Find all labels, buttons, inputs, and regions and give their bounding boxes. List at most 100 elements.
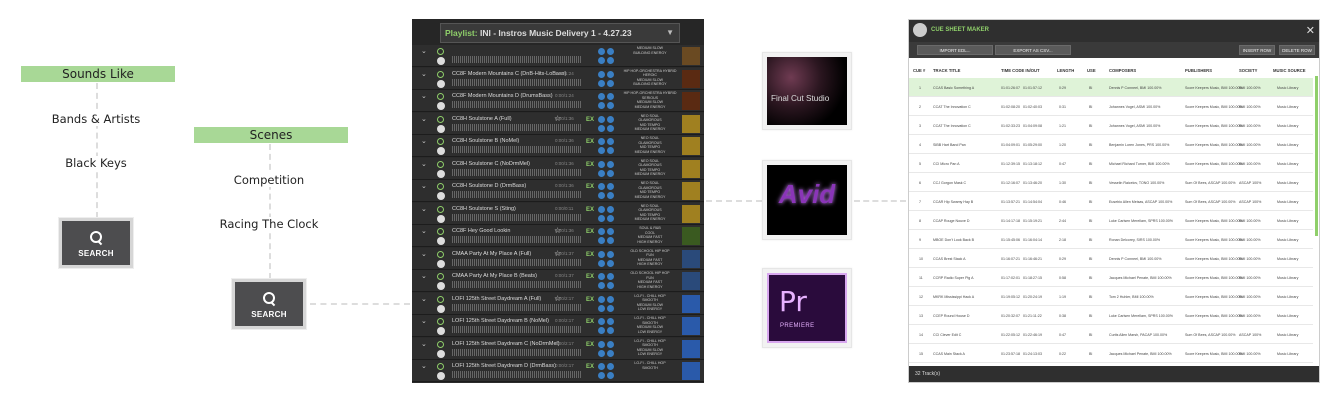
cue-cell[interactable]: 1:20 xyxy=(1059,143,1066,147)
cue-cell[interactable]: 10 xyxy=(919,257,923,261)
cue-cell[interactable]: 01:18:27:15 xyxy=(1023,276,1042,280)
playlist-row[interactable]: ⌄ LOFI 125th Street Daydream A (Full) ☆ 0:0… xyxy=(412,292,704,315)
info-icon[interactable] xyxy=(598,160,605,168)
cue-cell[interactable]: 01:13:57:21 xyxy=(1001,200,1020,204)
cue-cell[interactable]: CCJ Gorgon Mask C xyxy=(933,181,966,185)
info-icon[interactable] xyxy=(598,48,605,55)
cue-cell[interactable]: Music Library xyxy=(1277,200,1298,204)
chevron-down-icon[interactable]: ⌄ xyxy=(421,137,427,145)
cue-cell[interactable]: Score Keepers Music, BMI 100.00% xyxy=(1185,105,1243,109)
ex-badge[interactable]: EX xyxy=(586,274,594,280)
add-icon[interactable] xyxy=(437,93,444,100)
playlist-row[interactable]: ⌄ CC8F Modern Mountains C (DnB-Hits-LoBas… xyxy=(412,67,704,90)
cue-cell[interactable]: 12 xyxy=(919,295,923,299)
play-icon[interactable] xyxy=(437,169,445,178)
cue-cell[interactable]: 01:02:08:20 xyxy=(1001,105,1020,109)
cue-cell[interactable]: Music Library xyxy=(1277,124,1298,128)
download-icon[interactable] xyxy=(607,349,614,357)
cue-cell[interactable]: BI xyxy=(1089,276,1092,280)
cue-cell[interactable]: BI xyxy=(1089,105,1092,109)
cue-row[interactable]: 11 CCRP Radio Super Pig A 01:17:02:01 01:18… xyxy=(909,268,1313,287)
cue-row[interactable]: 3 CCAT The Innovation C 01:02:33:23 01:04:0… xyxy=(909,116,1313,135)
cue-cell[interactable]: 01:16:46:21 xyxy=(1023,257,1042,261)
download-icon[interactable] xyxy=(607,169,614,177)
link-icon[interactable] xyxy=(607,250,614,258)
cue-cell[interactable]: CCAT The Innovation C xyxy=(933,105,971,109)
share-icon[interactable] xyxy=(598,349,605,357)
link-icon[interactable] xyxy=(607,160,614,168)
cue-cell[interactable]: 01:12:16:07 xyxy=(1001,181,1020,185)
waveform[interactable] xyxy=(452,191,582,198)
cue-row[interactable]: 14 CCI Clever Edit C 01:22:05:12 01:22:46:1… xyxy=(909,325,1313,344)
waveform[interactable] xyxy=(452,326,582,333)
cue-cell[interactable]: Luke Carlsen Merellam, SPRS 100.00% xyxy=(1109,314,1173,318)
cue-cell[interactable]: Music Library xyxy=(1277,105,1298,109)
add-icon[interactable] xyxy=(437,250,444,258)
chevron-down-icon[interactable]: ⌄ xyxy=(421,182,427,190)
insert-row-button[interactable]: INSERT ROW xyxy=(1239,45,1275,55)
add-icon[interactable] xyxy=(437,228,444,235)
cue-cell[interactable]: BI xyxy=(1089,352,1092,356)
cue-cell[interactable]: Ronan Delcorey, SIRS 100.00% xyxy=(1109,238,1160,242)
link-icon[interactable] xyxy=(607,295,614,303)
download-icon[interactable] xyxy=(607,259,614,267)
cue-cell[interactable]: CCAS Basic Something A xyxy=(933,86,974,90)
cue-cell[interactable]: 7 xyxy=(919,200,921,204)
chevron-down-icon[interactable]: ⌄ xyxy=(421,227,427,235)
cue-cell[interactable]: 0:47 xyxy=(1059,333,1066,337)
cue-cell[interactable]: 01:15:45:06 xyxy=(1001,238,1020,242)
link-icon[interactable] xyxy=(607,70,614,78)
cue-sheet-title[interactable]: CUE SHEET MAKER xyxy=(931,27,989,33)
cue-cell[interactable]: 01:02:40:03 xyxy=(1023,105,1042,109)
cue-cell[interactable]: BMI 100.00% xyxy=(1239,295,1261,299)
add-icon[interactable] xyxy=(437,160,444,168)
cue-cell[interactable]: 01:01:26:07 xyxy=(1001,86,1020,90)
cue-cell[interactable]: CCAS Brest Stack A xyxy=(933,257,966,261)
close-icon[interactable]: ✕ xyxy=(1306,24,1315,37)
info-icon[interactable] xyxy=(598,138,605,145)
cue-cell[interactable]: BI xyxy=(1089,257,1092,261)
premiere-tile[interactable]: Pr PREMIERE xyxy=(762,268,852,348)
cue-cell[interactable]: 1:21 xyxy=(1059,124,1066,128)
cue-cell[interactable]: 0:46 xyxy=(1059,200,1066,204)
cue-cell[interactable]: 14 xyxy=(919,333,923,337)
cue-row[interactable]: 5 CCI Micro Pan A 01:12:39:15 01:13:18:12 0:… xyxy=(909,154,1313,173)
share-icon[interactable] xyxy=(598,372,605,379)
ex-badge[interactable]: EX xyxy=(586,252,594,258)
play-icon[interactable] xyxy=(437,124,445,133)
column-header[interactable]: LENGTH xyxy=(1057,68,1074,73)
cue-cell[interactable]: Score Keepers Music, BMI 100.00% xyxy=(1185,295,1243,299)
scrollbar[interactable] xyxy=(1315,76,1318,236)
waveform[interactable] xyxy=(452,258,582,266)
search-button-mid[interactable]: SEARCH xyxy=(232,279,306,329)
cue-cell[interactable]: 0:47 xyxy=(1059,162,1066,166)
waveform[interactable] xyxy=(452,101,582,108)
cue-cell[interactable]: 01:04:09:08 xyxy=(1023,124,1042,128)
cue-cell[interactable]: ASCAP 100% xyxy=(1239,333,1261,337)
cue-cell[interactable]: CCAP Rouge Nouve D xyxy=(933,219,970,223)
waveform[interactable] xyxy=(452,371,582,378)
cue-row[interactable]: 2 CCAT The Innovation C 01:02:08:20 01:02:4… xyxy=(909,97,1313,116)
link-icon[interactable] xyxy=(607,93,614,100)
chevron-down-icon[interactable]: ⌄ xyxy=(421,250,427,258)
info-icon[interactable] xyxy=(598,228,605,235)
info-icon[interactable] xyxy=(598,250,605,258)
cue-cell[interactable]: BMI 100.00% xyxy=(1239,257,1261,261)
cue-cell[interactable]: 01:21:11:22 xyxy=(1023,314,1042,318)
cue-cell[interactable]: 01:14:17:18 xyxy=(1001,219,1020,223)
ex-badge[interactable]: EX xyxy=(586,342,594,348)
cue-cell[interactable]: Music Library xyxy=(1277,143,1298,147)
download-icon[interactable] xyxy=(607,147,614,154)
chevron-down-icon[interactable]: ⌄ xyxy=(421,317,427,325)
playlist-row[interactable]: ⌄ CC8H Soulstone D (DrmBass) 0:00/1:36 EX NE… xyxy=(412,180,704,202)
column-header[interactable]: TIME CODE IN/OUT xyxy=(1001,68,1040,73)
share-icon[interactable] xyxy=(598,169,605,177)
info-icon[interactable] xyxy=(598,93,605,100)
cue-cell[interactable]: BMI 100.00% xyxy=(1239,124,1261,128)
link-icon[interactable] xyxy=(607,205,614,213)
cue-cell[interactable]: 5 xyxy=(919,162,921,166)
sounds-like-pill[interactable]: Sounds Like xyxy=(21,66,175,82)
info-icon[interactable] xyxy=(598,205,605,213)
ex-badge[interactable]: EX xyxy=(586,117,594,123)
share-icon[interactable] xyxy=(598,192,605,199)
